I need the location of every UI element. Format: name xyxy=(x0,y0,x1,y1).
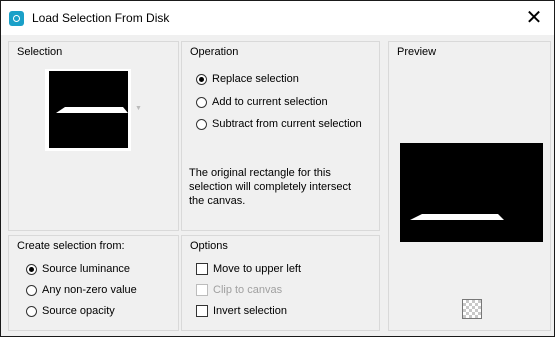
checkbox-label: Move to upper left xyxy=(213,263,302,275)
chevron-down-icon[interactable]: ▼ xyxy=(135,105,142,112)
checkbox[interactable] xyxy=(196,263,208,275)
operation-note: The original rectangle for this selectio… xyxy=(189,167,352,207)
checkbox-label: Clip to canvas xyxy=(213,284,283,296)
radio-subtract-selection[interactable]: Subtract from current selection xyxy=(196,117,362,131)
radio-source-opacity[interactable]: Source opacity xyxy=(26,304,115,318)
close-button[interactable]: ✕ xyxy=(524,8,544,28)
preview-panel-title: Preview xyxy=(397,46,437,58)
checkerboard-icon[interactable] xyxy=(462,299,482,319)
operation-panel-title: Operation xyxy=(190,46,239,58)
app-icon xyxy=(9,11,24,26)
radio-add-selection[interactable]: Add to current selection xyxy=(196,95,328,109)
radio-button[interactable] xyxy=(196,73,207,85)
radio-label: Subtract from current selection xyxy=(212,118,362,130)
radio-button[interactable] xyxy=(196,118,207,130)
options-panel-title: Options xyxy=(190,240,228,252)
radio-button[interactable] xyxy=(26,305,37,317)
selection-panel-title: Selection xyxy=(17,46,63,58)
selection-thumbnail xyxy=(49,71,128,148)
radio-button[interactable] xyxy=(26,263,37,275)
radio-label: Replace selection xyxy=(212,73,299,85)
preview-image xyxy=(400,143,543,242)
dialog-window: Load Selection From Disk ✕ Selection ▼ O… xyxy=(0,0,555,337)
checkbox-invert-selection[interactable]: Invert selection xyxy=(196,304,287,318)
preview-selection-shape xyxy=(410,214,504,220)
radio-label: Add to current selection xyxy=(212,96,328,108)
checkbox xyxy=(196,284,208,296)
checkbox-clip-to-canvas: Clip to canvas xyxy=(196,283,282,297)
checkbox-label: Invert selection xyxy=(213,305,287,317)
radio-button[interactable] xyxy=(26,284,37,296)
selection-shape xyxy=(56,107,128,113)
window-title: Load Selection From Disk xyxy=(32,11,170,25)
radio-label: Any non-zero value xyxy=(42,284,137,296)
title-bar: Load Selection From Disk ✕ xyxy=(1,1,554,35)
selection-thumbnail-button[interactable] xyxy=(45,69,131,151)
radio-button[interactable] xyxy=(196,96,207,108)
checkbox[interactable] xyxy=(196,305,208,317)
radio-any-nonzero[interactable]: Any non-zero value xyxy=(26,283,137,297)
radio-source-luminance[interactable]: Source luminance xyxy=(26,262,130,276)
create-from-panel-title: Create selection from: xyxy=(17,240,125,252)
radio-label: Source opacity xyxy=(42,305,115,317)
radio-replace-selection[interactable]: Replace selection xyxy=(196,72,299,86)
radio-label: Source luminance xyxy=(42,263,131,275)
checkbox-move-upper-left[interactable]: Move to upper left xyxy=(196,262,301,276)
